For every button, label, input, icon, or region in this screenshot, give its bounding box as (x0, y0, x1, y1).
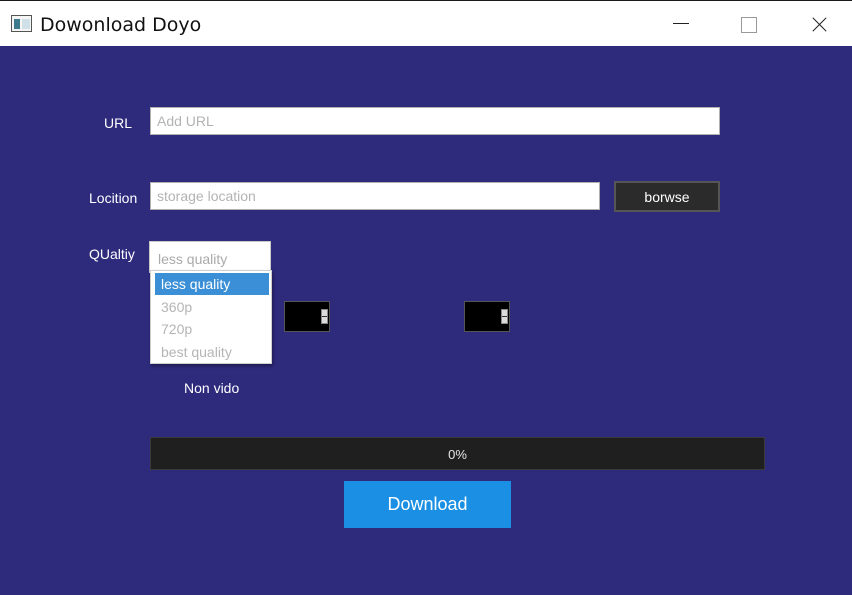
quality-option[interactable]: 360p (155, 296, 269, 318)
storage-location-input[interactable] (150, 182, 600, 210)
app-icon (11, 15, 32, 32)
window-title: Dowonload Doyo (40, 14, 202, 36)
title-bar: Dowonload Doyo (0, 0, 852, 46)
spinbox-2[interactable] (464, 301, 510, 332)
quality-option[interactable]: best quality (155, 341, 269, 363)
url-label: URL (104, 115, 133, 131)
quality-option[interactable]: 720p (155, 318, 269, 340)
location-label: Locition (89, 190, 138, 206)
download-button[interactable]: Download (344, 481, 511, 528)
quality-option[interactable]: less quality (155, 273, 269, 295)
quality-select[interactable]: less quality (149, 241, 271, 273)
spin-arrows-icon[interactable] (321, 309, 328, 324)
spin-arrows-icon[interactable] (501, 309, 508, 324)
progress-text: 0% (448, 447, 467, 462)
spinbox-1[interactable] (284, 301, 330, 332)
close-icon[interactable] (796, 1, 842, 47)
video-status-text: Non vido (184, 380, 240, 396)
download-progress-bar: 0% (150, 437, 765, 470)
url-input[interactable] (150, 107, 720, 135)
maximize-icon[interactable] (725, 1, 771, 47)
browse-button[interactable]: borwse (614, 181, 720, 212)
quality-dropdown: less quality 360p 720p best quality (150, 270, 272, 364)
minimize-icon[interactable] (658, 1, 704, 47)
quality-label: QUaltiy (89, 246, 135, 262)
